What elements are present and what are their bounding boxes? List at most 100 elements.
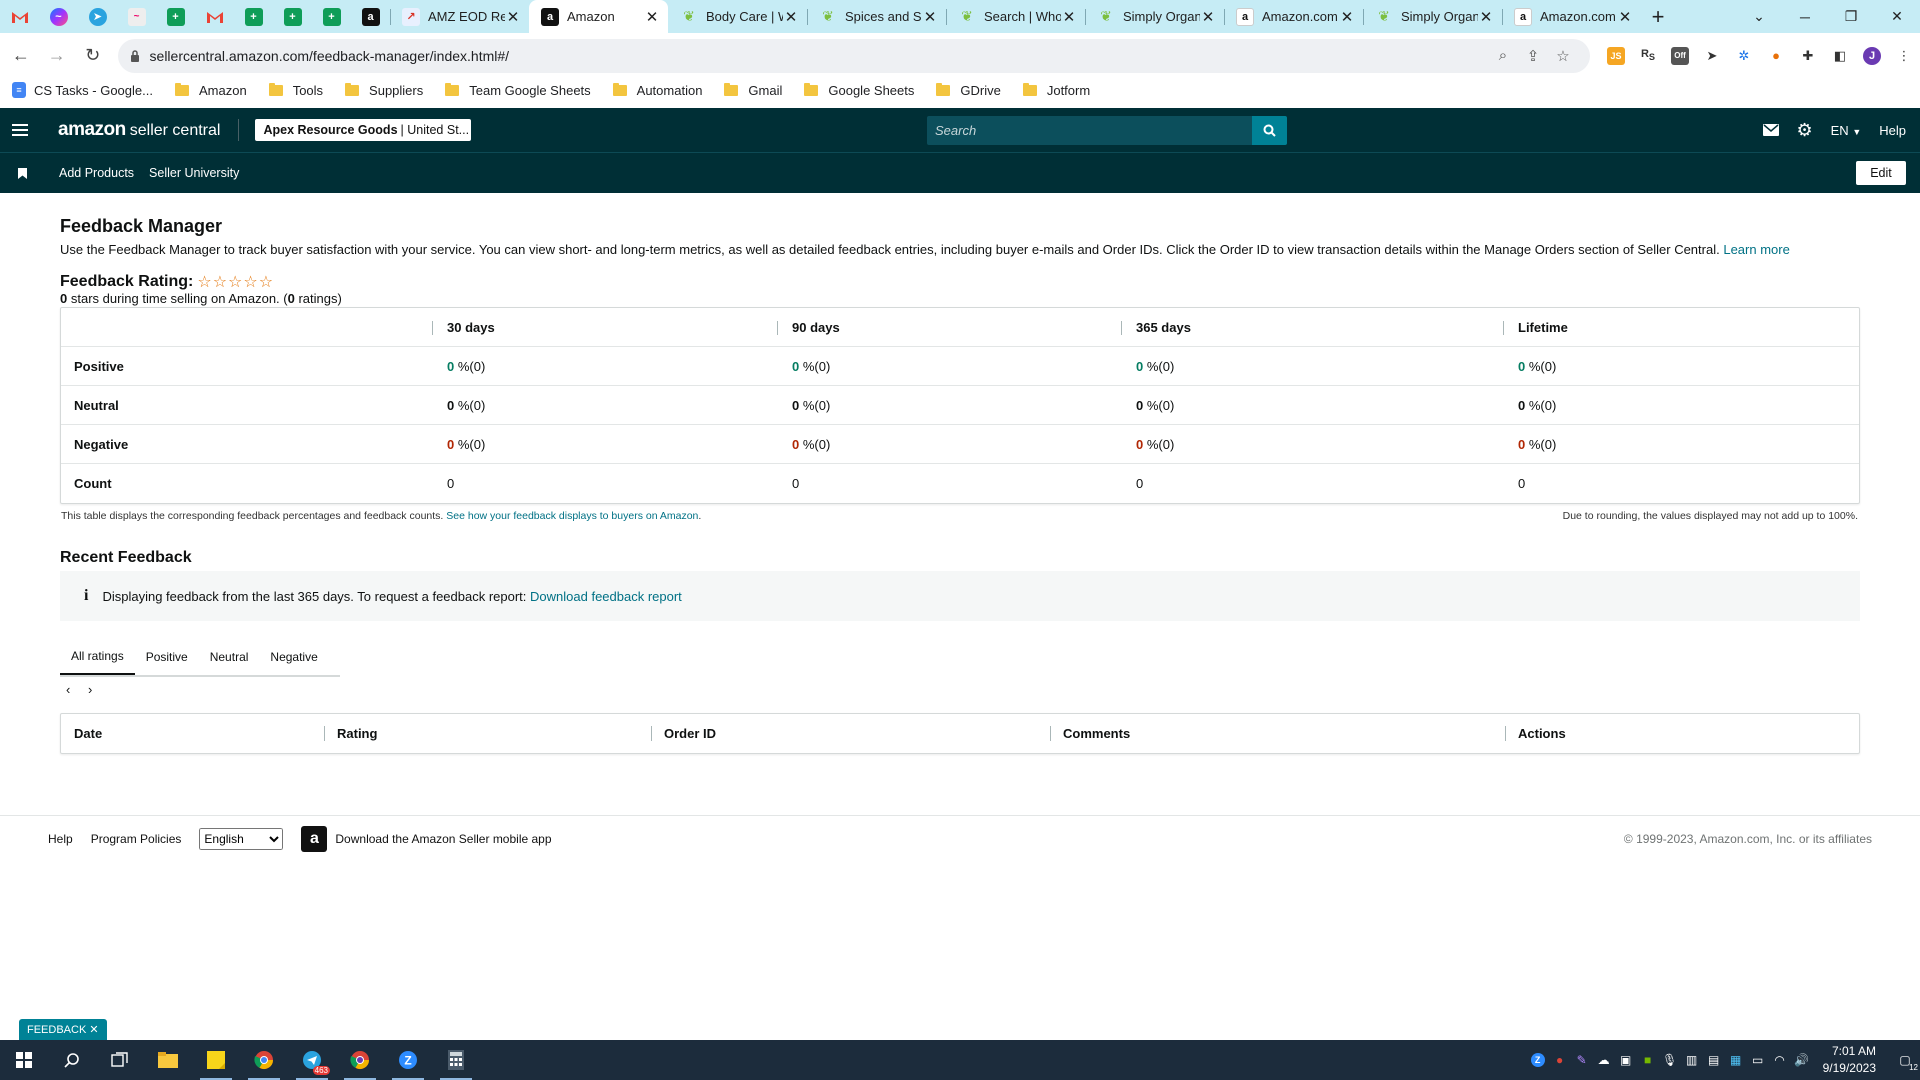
chevron-right-icon[interactable]: › — [88, 682, 110, 697]
bookmark-folder[interactable]: Tools — [268, 82, 323, 98]
pinned-tab-messenger[interactable]: ~ — [39, 0, 78, 33]
mail-icon[interactable] — [1762, 124, 1779, 136]
seller-central-logo[interactable]: amazon seller central — [58, 119, 220, 141]
footer-program-policies-link[interactable]: Program Policies — [91, 832, 182, 846]
pinned-tab-gmail-2[interactable] — [195, 0, 234, 33]
edit-button[interactable]: Edit — [1856, 161, 1906, 185]
browser-tab[interactable]: ❦ Simply Organ ✕ — [1085, 0, 1224, 33]
camera-tray-icon[interactable]: ▣ — [1615, 1040, 1637, 1080]
tab-search-icon[interactable]: ⌄ — [1736, 0, 1782, 33]
tab-neutral[interactable]: Neutral — [199, 639, 260, 675]
back-icon[interactable]: ← — [6, 41, 36, 71]
profile-avatar[interactable]: J — [1856, 41, 1888, 71]
gear-icon[interactable]: ⚙ — [1797, 120, 1813, 141]
column-header-rating[interactable]: Rating — [324, 726, 651, 741]
close-tab-icon[interactable]: ✕ — [1061, 8, 1077, 26]
bookmark-folder[interactable]: Suppliers — [345, 82, 423, 98]
close-icon[interactable]: ✕ — [89, 1023, 98, 1036]
rs-extension-icon[interactable]: RS — [1632, 41, 1664, 71]
task-view-icon[interactable] — [96, 1040, 144, 1080]
share-icon[interactable]: ⇪ — [1518, 47, 1548, 65]
bookmark-folder[interactable]: Amazon — [174, 82, 247, 98]
bookmark-folder[interactable]: Google Sheets — [804, 82, 914, 98]
tab-all-ratings[interactable]: All ratings — [60, 639, 135, 675]
learn-more-link[interactable]: Learn more — [1723, 242, 1789, 257]
js-extension-icon[interactable]: JS — [1600, 41, 1632, 71]
close-tab-icon[interactable]: ✕ — [1478, 8, 1494, 26]
footer-help-link[interactable]: Help — [48, 832, 73, 846]
chrome-icon[interactable] — [240, 1040, 288, 1080]
subnav-add-products[interactable]: Add Products — [59, 166, 134, 180]
bookmark-item[interactable]: ≡ CS Tasks - Google... — [12, 82, 153, 98]
browser-tab[interactable]: ❦ Search | Whol ✕ — [946, 0, 1085, 33]
browser-tab[interactable]: ❦ Spices and Se ✕ — [807, 0, 946, 33]
compass-extension-icon[interactable]: ✲ — [1728, 41, 1760, 71]
account-switcher[interactable]: Apex Resource Goods | United St... — [255, 119, 472, 141]
circle-extension-icon[interactable]: ● — [1760, 41, 1792, 71]
pinned-tab-telegram[interactable]: ➤ — [78, 0, 117, 33]
close-tab-icon[interactable]: ✕ — [1200, 8, 1216, 26]
browser-tab[interactable]: ↗ AMZ EOD Rep✕ — [390, 0, 529, 33]
bookmark-folder[interactable]: Jotform — [1022, 82, 1090, 98]
close-tab-icon[interactable]: ✕ — [1617, 8, 1633, 26]
pinned-tab-sheets-3[interactable]: + — [273, 0, 312, 33]
download-feedback-report-link[interactable]: Download feedback report — [530, 589, 682, 604]
onedrive-icon[interactable]: ☁ — [1593, 1040, 1615, 1080]
minimize-icon[interactable]: ─ — [1782, 0, 1828, 33]
pen-tray-icon[interactable]: ✎ — [1571, 1040, 1593, 1080]
bookmark-folder[interactable]: Team Google Sheets — [445, 82, 591, 98]
chrome-tray-icon[interactable]: ● — [1549, 1040, 1571, 1080]
wifi-icon[interactable]: ◠ — [1769, 1040, 1791, 1080]
close-window-icon[interactable]: ✕ — [1874, 0, 1920, 33]
feedback-widget-tab[interactable]: FEEDBACK ✕ — [19, 1019, 107, 1040]
bookmark-star-icon[interactable]: ☆ — [1548, 47, 1578, 65]
search-button[interactable] — [1252, 116, 1287, 145]
puzzle-extensions-icon[interactable]: ✚ — [1792, 41, 1824, 71]
pinned-tab-sheets-4[interactable]: + — [312, 0, 351, 33]
taskbar-search-icon[interactable] — [48, 1040, 96, 1080]
close-tab-icon[interactable]: ✕ — [1339, 8, 1355, 26]
bookmark-folder[interactable]: Automation — [612, 82, 702, 98]
start-button[interactable] — [0, 1040, 48, 1080]
hamburger-menu-icon[interactable] — [0, 108, 40, 152]
side-panel-icon[interactable]: ◧ — [1824, 41, 1856, 71]
column-header-actions[interactable]: Actions — [1505, 726, 1859, 741]
volume-icon[interactable]: 🔊 — [1791, 1040, 1813, 1080]
display-tray-icon[interactable]: ▤ — [1703, 1040, 1725, 1080]
footer-language-select[interactable]: English — [199, 828, 284, 850]
browser-tab[interactable]: ❦ Simply Organ ✕ — [1363, 0, 1502, 33]
telegram-icon[interactable]: 463 — [288, 1040, 336, 1080]
bookmark-folder[interactable]: GDrive — [936, 82, 1001, 98]
subnav-seller-university[interactable]: Seller University — [149, 166, 239, 180]
file-explorer-icon[interactable] — [144, 1040, 192, 1080]
close-tab-icon[interactable]: ✕ — [505, 8, 521, 26]
chevron-left-icon[interactable]: ‹ — [66, 682, 88, 697]
close-tab-icon[interactable]: ✕ — [644, 8, 660, 26]
browser-tab[interactable]: ❦ Body Care | W ✕ — [668, 0, 807, 33]
battery-icon[interactable]: ▭ — [1747, 1040, 1769, 1080]
column-header-date[interactable]: Date — [61, 726, 324, 741]
help-link[interactable]: Help — [1879, 123, 1906, 138]
column-header-order-id[interactable]: Order ID — [651, 726, 1050, 741]
browser-tab[interactable]: a Amazon.com: ✕ — [1502, 0, 1641, 33]
pinned-tab-amazon[interactable]: a — [351, 0, 390, 33]
bookmark-folder[interactable]: Gmail — [724, 82, 782, 98]
url-text[interactable]: sellercentral.amazon.com/feedback-manage… — [150, 48, 1488, 64]
hardware-tray-icon[interactable]: ▥ — [1681, 1040, 1703, 1080]
address-bar[interactable]: sellercentral.amazon.com/feedback-manage… — [117, 38, 1590, 73]
microphone-icon[interactable]: 🎙 — [1659, 1040, 1681, 1080]
cursor-extension-icon[interactable]: ➤ — [1696, 41, 1728, 71]
tab-positive[interactable]: Positive — [135, 639, 199, 675]
off-extension-icon[interactable]: Off — [1664, 41, 1696, 71]
column-header-comments[interactable]: Comments — [1050, 726, 1505, 741]
pinned-tab-chart[interactable]: ~ — [117, 0, 156, 33]
language-selector[interactable]: EN ▼ — [1831, 123, 1862, 138]
zoom-tray-icon[interactable]: Z — [1527, 1040, 1549, 1080]
sticky-notes-icon[interactable] — [192, 1040, 240, 1080]
seller-app-link[interactable]: a Download the Amazon Seller mobile app — [301, 826, 552, 852]
calculator-icon[interactable] — [432, 1040, 480, 1080]
forward-icon[interactable]: → — [42, 41, 72, 71]
tab-negative[interactable]: Negative — [259, 639, 328, 675]
pinned-tab-sheets-1[interactable]: + — [156, 0, 195, 33]
search-input[interactable] — [927, 116, 1252, 145]
